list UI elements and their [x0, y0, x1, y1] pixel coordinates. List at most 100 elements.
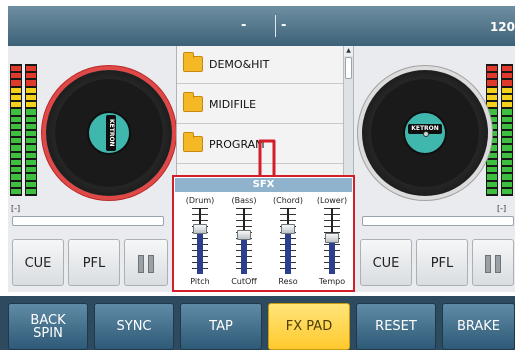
vu-segment — [26, 73, 36, 79]
right-pfl-button[interactable]: PFL — [416, 239, 468, 286]
pause-icon — [138, 255, 144, 273]
vu-segment — [502, 181, 512, 187]
vu-segment — [11, 159, 21, 166]
brake-button[interactable]: BRAKE — [442, 303, 515, 350]
pause-icon — [148, 255, 154, 273]
sfx-fader[interactable] — [324, 208, 340, 274]
fader-knob[interactable] — [281, 224, 295, 234]
fader-knob[interactable] — [325, 233, 339, 243]
sfx-slider-top-label: (Bass) — [231, 196, 257, 205]
left-pause-button[interactable] — [124, 239, 168, 286]
vu-segment — [26, 116, 36, 122]
vu-segment — [502, 116, 512, 122]
vu-segment — [502, 123, 512, 129]
vu-segment — [487, 109, 497, 115]
tempo-readout: 120 — [489, 20, 515, 34]
right-vu-meter — [486, 64, 513, 196]
left-pfl-button[interactable]: PFL — [68, 239, 120, 286]
tap-button[interactable]: TAP — [180, 303, 262, 350]
vu-segment — [487, 130, 497, 137]
top-bar: - - 120 — [8, 6, 515, 46]
vu-segment — [11, 116, 21, 122]
vu-segment — [502, 159, 512, 166]
vu-segment — [26, 130, 36, 137]
vu-segment — [502, 87, 512, 93]
vu-segment — [502, 138, 512, 144]
right-position-bar[interactable] — [362, 216, 514, 226]
vu-segment — [487, 167, 497, 173]
vu-segment — [11, 109, 21, 115]
vu-segment — [26, 94, 36, 101]
left-record-brand: KETRON — [106, 115, 116, 151]
vu-segment — [26, 181, 36, 187]
vu-segment — [26, 123, 36, 129]
header-right-text: - — [281, 18, 287, 33]
sfx-slider-top-label: (Chord) — [272, 196, 304, 205]
fx-pad-button[interactable]: FX PAD — [268, 303, 350, 350]
vu-segment — [26, 66, 36, 72]
scroll-up-icon[interactable]: ▲ — [344, 46, 353, 56]
sfx-fader[interactable] — [280, 208, 296, 274]
scroll-thumb[interactable] — [345, 57, 352, 79]
folder-icon — [183, 132, 203, 152]
vu-segment — [26, 102, 36, 108]
folder-icon — [183, 52, 203, 72]
vu-segment — [26, 174, 36, 180]
vu-segment — [487, 123, 497, 129]
folder-row-demohit[interactable]: DEMO&HIT — [177, 46, 345, 84]
vu-segment — [26, 80, 36, 86]
vu-segment — [487, 145, 497, 151]
vu-segment — [487, 138, 497, 144]
left-position-bar[interactable] — [12, 216, 164, 226]
vu-segment — [487, 94, 497, 101]
fader-knob[interactable] — [193, 224, 207, 234]
vu-segment — [487, 66, 497, 72]
fader-knob[interactable] — [237, 230, 251, 240]
vu-segment — [502, 188, 512, 194]
left-turntable[interactable]: KETRON — [46, 70, 172, 196]
vu-segment — [487, 181, 497, 187]
vu-segment — [11, 145, 21, 151]
left-vu-meter — [10, 64, 37, 196]
vu-segment — [502, 80, 512, 86]
folder-label: DEMO&HIT — [209, 58, 270, 71]
header-left-text: - — [241, 18, 247, 33]
vu-segment — [11, 181, 21, 187]
file-list-scrollbar[interactable]: ▲ — [343, 46, 353, 176]
sync-button[interactable]: SYNC — [94, 303, 174, 350]
vu-segment — [487, 116, 497, 122]
vu-segment — [26, 159, 36, 166]
vu-segment — [11, 73, 21, 79]
sfx-fader[interactable] — [236, 208, 252, 274]
sfx-slider-column: (Chord) Reso — [268, 194, 308, 290]
vu-segment — [487, 188, 497, 194]
pause-icon — [495, 255, 501, 273]
vu-segment — [26, 109, 36, 115]
vu-segment — [487, 174, 497, 180]
vu-segment — [26, 138, 36, 144]
folder-row-midifile[interactable]: MIDIFILE — [177, 86, 345, 124]
sfx-slider-column: (Lower) Tempo — [312, 194, 352, 290]
vu-segment — [11, 123, 21, 129]
vu-segment — [487, 73, 497, 79]
vu-segment — [502, 152, 512, 158]
right-turntable[interactable]: KETRON — [362, 70, 488, 196]
sfx-fader[interactable] — [192, 208, 208, 274]
sfx-slider-bottom-label: Pitch — [190, 277, 210, 286]
folder-label: MIDIFILE — [209, 98, 257, 111]
sfx-panel: SFX (Drum) Pitch (Bass) CutOff (Chord) Reso (L… — [172, 175, 355, 292]
vu-segment — [11, 94, 21, 101]
right-pause-button[interactable] — [472, 239, 514, 286]
vu-segment — [502, 167, 512, 173]
left-cue-button[interactable]: CUE — [12, 239, 64, 286]
vu-segment — [487, 87, 497, 93]
right-cue-button[interactable]: CUE — [360, 239, 412, 286]
back-spin-button[interactable]: BACK SPIN — [8, 303, 88, 350]
sfx-slider-column: (Bass) CutOff — [224, 194, 264, 290]
vu-segment — [11, 87, 21, 93]
vu-segment — [11, 188, 21, 194]
sfx-slider-column: (Drum) Pitch — [180, 194, 220, 290]
vu-segment — [502, 66, 512, 72]
folder-icon — [183, 92, 203, 112]
reset-button[interactable]: RESET — [356, 303, 436, 350]
